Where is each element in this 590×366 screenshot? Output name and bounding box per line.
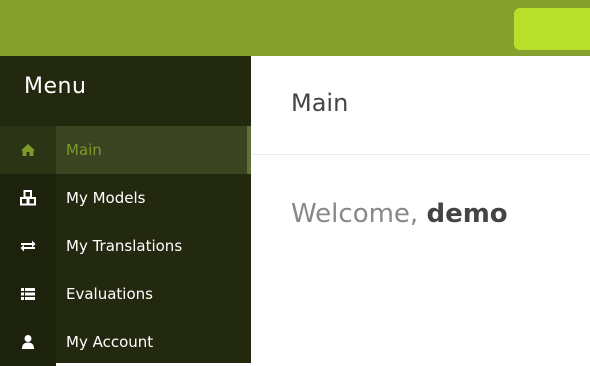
sidebar: Menu Main My Models My Translations Eval… bbox=[0, 56, 251, 366]
sidebar-item-label: Evaluations bbox=[66, 285, 153, 303]
welcome-message: Welcome, demo bbox=[291, 199, 508, 229]
sidebar-item-label: My Account bbox=[66, 333, 154, 351]
sidebar-item-label: My Models bbox=[66, 189, 146, 207]
menu-items: Main My Models My Translations Evaluatio… bbox=[0, 126, 251, 366]
cubes-icon bbox=[20, 190, 36, 206]
list-icon bbox=[21, 288, 35, 300]
user-icon bbox=[22, 335, 34, 349]
welcome-prefix: Welcome, bbox=[291, 199, 427, 229]
menu-title: Menu bbox=[24, 74, 87, 99]
top-bar-button[interactable] bbox=[514, 8, 590, 50]
sidebar-item-label: My Translations bbox=[66, 237, 183, 255]
sidebar-item-label: Main bbox=[66, 141, 102, 159]
divider bbox=[251, 154, 590, 155]
home-icon bbox=[21, 144, 35, 156]
exchange-icon bbox=[20, 240, 36, 252]
sidebar-item-my-account[interactable]: My Account bbox=[0, 318, 251, 366]
username: demo bbox=[426, 199, 508, 229]
sidebar-item-my-models[interactable]: My Models bbox=[0, 174, 251, 222]
page-title: Main bbox=[291, 89, 349, 117]
sidebar-item-evaluations[interactable]: Evaluations bbox=[0, 270, 251, 318]
sidebar-item-my-translations[interactable]: My Translations bbox=[0, 222, 251, 270]
sidebar-item-main[interactable]: Main bbox=[0, 126, 251, 174]
top-bar bbox=[0, 0, 590, 56]
main-content: Main Welcome, demo bbox=[251, 56, 590, 363]
